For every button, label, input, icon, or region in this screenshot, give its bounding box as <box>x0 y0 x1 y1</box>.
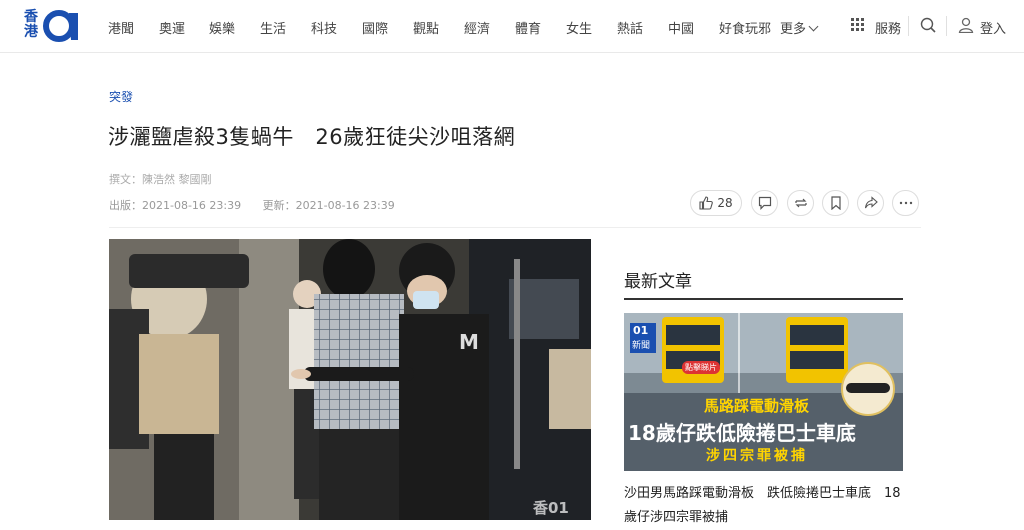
nav-item-olympics[interactable]: 奧運 <box>159 18 185 37</box>
divider <box>946 16 947 36</box>
login-link[interactable]: 登入 <box>980 18 1006 37</box>
search-icon[interactable] <box>920 17 936 33</box>
nav-item-local-news[interactable]: 港聞 <box>108 18 134 37</box>
image-watermark: 香01 <box>533 499 569 517</box>
sidebar-article-thumbnail[interactable]: 01 新聞 點擊睇片 馬路踩電動滑板 18歲仔跌低險捲巴士車底 涉四宗罪被捕 <box>624 313 903 471</box>
logo-text: 香港 <box>24 9 38 40</box>
sidebar-title-rule <box>624 298 903 300</box>
bookmark-icon <box>830 196 841 210</box>
thumb-tag: 點擊睇片 <box>682 361 720 374</box>
share-icon <box>864 196 878 209</box>
article-main-image[interactable]: M 香01 <box>109 239 591 520</box>
thumbs-up-icon <box>699 196 714 210</box>
share-button[interactable] <box>857 190 884 216</box>
more-button[interactable] <box>892 190 919 216</box>
article-byline: 撰文：陳浩然 黎國剛 <box>109 173 212 186</box>
article-category[interactable]: 突發 <box>109 88 133 105</box>
thumb-headline-line3: 涉四宗罪被捕 <box>706 448 808 464</box>
nav-item-economy[interactable]: 經濟 <box>464 18 490 37</box>
svg-text:M: M <box>459 330 479 354</box>
thumb-badge-mark: 01 <box>633 324 649 337</box>
logo-mark-icon <box>43 10 78 42</box>
nav-item-food-fun[interactable]: 好食玩邪 <box>719 18 771 37</box>
like-button[interactable]: 28 <box>690 190 742 216</box>
nav-item-international[interactable]: 國際 <box>362 18 388 37</box>
nav-item-entertainment[interactable]: 娛樂 <box>209 18 235 37</box>
user-icon[interactable] <box>958 17 974 33</box>
comment-button[interactable] <box>751 190 778 216</box>
more-icon <box>899 201 912 205</box>
nav-item-trending[interactable]: 熱話 <box>617 18 643 37</box>
thumb-headline-line1: 馬路踩電動滑板 <box>704 397 810 415</box>
top-navigation: 香港 港聞 奧運 娛樂 生活 科技 國際 觀點 經濟 體育 女生 熱話 中國 好… <box>0 0 1024 53</box>
header-divider <box>109 227 921 228</box>
divider <box>908 16 909 36</box>
article-headline: 涉灑鹽虐殺3隻蝸牛 26歲狂徒尖沙咀落網 <box>108 125 516 149</box>
site-logo[interactable]: 香港 <box>24 9 88 43</box>
updated-date: 更新：2021-08-16 23:39 <box>262 199 395 212</box>
nav-item-women[interactable]: 女生 <box>566 18 592 37</box>
nav-item-china[interactable]: 中國 <box>668 18 694 37</box>
nav-item-lifestyle[interactable]: 生活 <box>260 18 286 37</box>
arrest-scene-photo: M <box>109 239 591 520</box>
nav-item-sports[interactable]: 體育 <box>515 18 541 37</box>
repost-button[interactable] <box>787 190 814 216</box>
services-link[interactable]: 服務 <box>875 18 901 37</box>
nav-item-opinion[interactable]: 觀點 <box>413 18 439 37</box>
like-count: 28 <box>717 196 733 210</box>
published-date: 出版：2021-08-16 23:39 <box>109 199 242 212</box>
share-repost-icon <box>794 198 807 208</box>
nav-more-menu[interactable]: 更多 <box>780 18 819 37</box>
sidebar-title: 最新文章 <box>624 272 692 292</box>
grid-icon[interactable] <box>851 18 865 32</box>
article-dates: 出版：2021-08-16 23:39 更新：2021-08-16 23:39 <box>109 197 413 213</box>
thumb-headline-line2: 18歲仔跌低險捲巴士車底 <box>628 421 856 445</box>
chevron-down-icon <box>808 21 819 32</box>
nav-more-label: 更多 <box>780 22 807 37</box>
sidebar-article-title[interactable]: 沙田男馬路踩電動滑板 跌低險捲巴士車底 18歲仔涉四宗罪被捕 <box>624 482 903 530</box>
thumb-badge-text: 新聞 <box>632 341 651 351</box>
bookmark-button[interactable] <box>822 190 849 216</box>
comment-icon <box>758 196 771 210</box>
nav-item-tech[interactable]: 科技 <box>311 18 337 37</box>
